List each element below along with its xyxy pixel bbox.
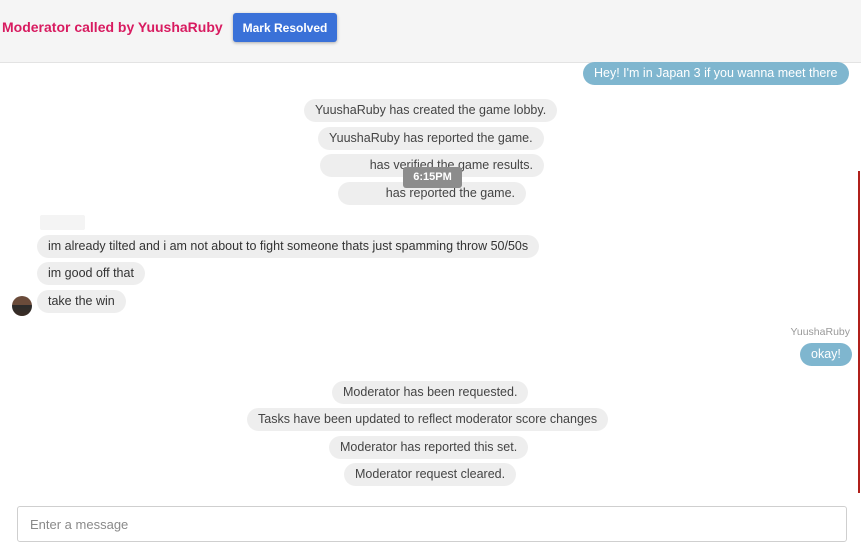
- sender-name: YuushaRuby: [790, 326, 850, 338]
- message-input-wrapper: [17, 506, 847, 542]
- outgoing-message: Hey! I'm in Japan 3 if you wanna meet th…: [583, 62, 849, 85]
- system-message: YuushaRuby has created the game lobby.: [304, 99, 558, 122]
- scroll-indicator: [858, 171, 860, 493]
- mark-resolved-button[interactable]: Mark Resolved: [233, 13, 337, 42]
- chat-header: Moderator called by YuushaRuby Mark Reso…: [0, 0, 861, 63]
- timestamp-badge: 6:15PM: [403, 167, 462, 188]
- system-message: Moderator request cleared.: [344, 463, 517, 486]
- incoming-message: take the win: [37, 290, 126, 313]
- system-message: Tasks have been updated to reflect moder…: [247, 408, 609, 431]
- incoming-message: im already tilted and i am not about to …: [37, 235, 540, 258]
- header-title: Moderator called by YuushaRuby: [2, 19, 223, 35]
- system-message: Moderator has reported this set.: [329, 436, 529, 459]
- system-message: Moderator has been requested.: [332, 381, 529, 404]
- redacted-sender-name: [40, 215, 85, 230]
- outgoing-message: okay!: [800, 343, 852, 366]
- system-message: YuushaRuby has reported the game.: [318, 127, 544, 150]
- avatar[interactable]: [12, 296, 32, 316]
- message-input[interactable]: [18, 507, 846, 541]
- incoming-message: im good off that: [37, 262, 145, 285]
